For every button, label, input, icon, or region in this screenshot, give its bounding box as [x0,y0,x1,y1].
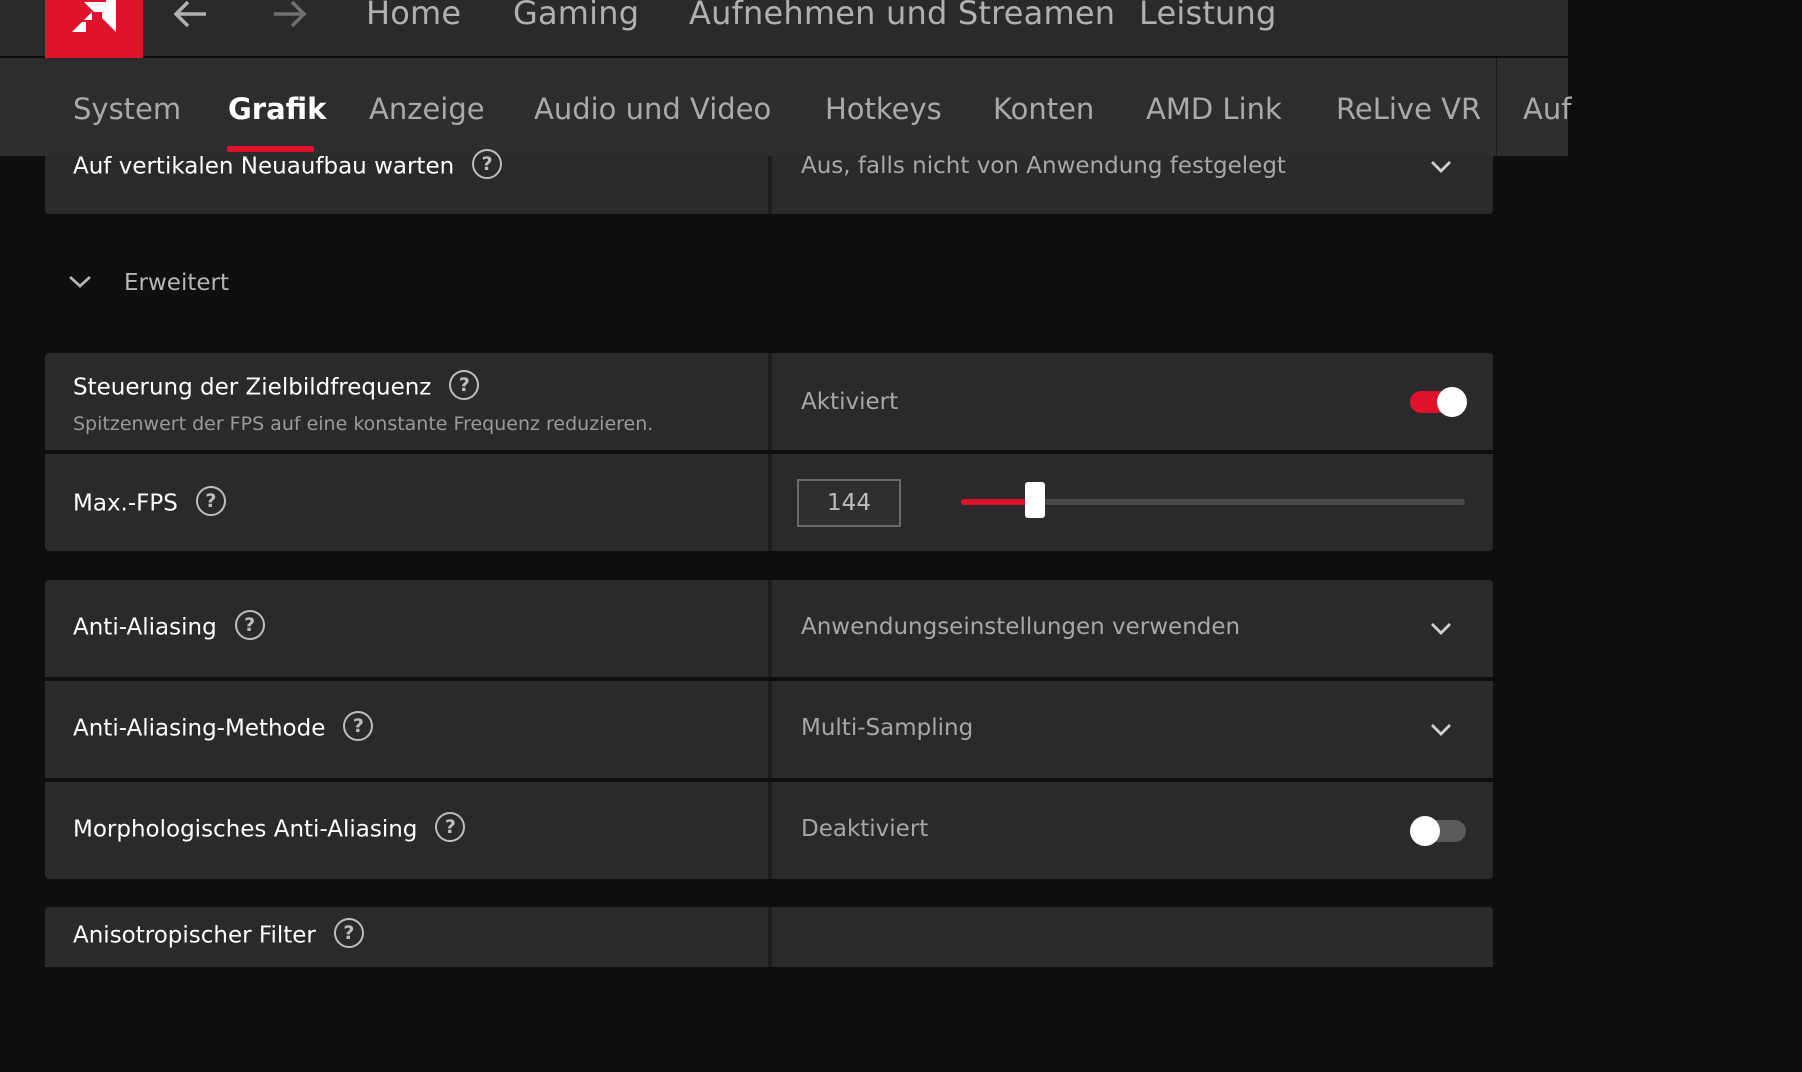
slider-thumb[interactable] [1025,482,1046,518]
mlaa-toggle[interactable] [1410,816,1466,846]
setting-label-text: Morphologisches Anti-Aliasing [73,816,418,843]
setting-row-frtc: Steuerung der Zielbildfrequenz? Spitzenw… [45,353,1493,450]
setting-label-text: Max.-FPS [73,490,178,517]
setting-row-max-fps: Max.-FPS? 144 [45,454,1493,551]
setting-label: Auf vertikalen Neuaufbau warten? [73,149,503,182]
tab-relive-vr[interactable]: ReLive VR [1336,92,1481,126]
setting-label: Morphologisches Anti-Aliasing? [73,812,466,845]
setting-label-text: Auf vertikalen Neuaufbau warten [73,153,455,180]
amd-logo[interactable] [45,0,143,58]
tab-divider [1496,58,1497,156]
tab-anzeige[interactable]: Anzeige [369,92,485,126]
tab-aufnehmen-partial[interactable]: Auf [1523,92,1571,126]
tab-system[interactable]: System [73,92,181,126]
setting-value[interactable]: Anwendungseinstellungen verwenden [801,614,1240,640]
setting-row-anti-aliasing: Anti-Aliasing? Anwendungseinstellungen v… [45,580,1493,677]
row-separator [768,156,772,214]
setting-row-anisotropic-partial: Anisotropischer Filter? [45,907,1493,967]
nav-link-leistung[interactable]: Leistung [1139,0,1277,32]
slider-fill [961,499,1036,505]
max-fps-input[interactable]: 144 [797,479,901,527]
setting-value[interactable]: Aus, falls nicht von Anwendung festgeleg… [801,153,1286,179]
setting-label: Anti-Aliasing-Methode? [73,711,374,744]
settings-tab-bar: System Grafik Anzeige Audio und Video Ho… [0,58,1571,156]
setting-label: Anti-Aliasing? [73,610,265,643]
row-separator [768,782,772,879]
arrow-right-icon[interactable] [272,0,308,30]
frtc-toggle[interactable] [1410,387,1467,417]
setting-label-text: Steuerung der Zielbildfrequenz [73,374,432,401]
nav-link-home[interactable]: Home [366,0,461,32]
help-icon[interactable]: ? [472,149,503,179]
top-navigation-bar: Home Gaming Aufnehmen und Streamen Leist… [0,0,1568,58]
row-separator [768,907,772,967]
help-icon[interactable]: ? [343,711,374,741]
toggle-knob [1437,387,1467,417]
setting-label: Anisotropischer Filter? [73,918,364,951]
tab-hotkeys[interactable]: Hotkeys [825,92,942,126]
setting-label: Max.-FPS? [73,486,226,519]
toggle-knob [1410,816,1440,846]
row-separator [768,681,772,778]
row-separator [768,353,772,450]
setting-row-aa-method: Anti-Aliasing-Methode? Multi-Sampling [45,681,1493,778]
help-icon[interactable]: ? [195,486,226,516]
arrow-left-icon[interactable] [172,0,208,30]
chevron-down-icon [69,275,91,288]
row-separator [768,454,772,551]
setting-value: Aktiviert [801,389,899,415]
chevron-down-icon[interactable] [1430,160,1452,174]
tab-amd-link[interactable]: AMD Link [1146,92,1282,126]
help-icon[interactable]: ? [435,812,466,842]
setting-description: Spitzenwert der FPS auf eine konstante F… [73,413,654,435]
tab-konten[interactable]: Konten [993,92,1094,126]
tab-grafik[interactable]: Grafik [228,92,326,126]
help-icon[interactable]: ? [449,370,480,400]
tab-audio-und-video[interactable]: Audio und Video [534,92,771,126]
amd-logo-icon [72,0,116,32]
row-separator [768,580,772,677]
chevron-down-icon[interactable] [1430,622,1452,636]
setting-label-text: Anti-Aliasing-Methode [73,715,326,742]
setting-value: Deaktiviert [801,816,929,842]
nav-link-gaming[interactable]: Gaming [513,0,639,32]
section-title: Erweitert [124,270,229,296]
setting-row-vsync: Auf vertikalen Neuaufbau warten? Aus, fa… [45,149,1493,214]
setting-row-mlaa: Morphologisches Anti-Aliasing? Deaktivie… [45,782,1493,879]
help-icon[interactable]: ? [234,610,265,640]
setting-label-text: Anisotropischer Filter [73,922,316,949]
help-icon[interactable]: ? [333,918,364,948]
setting-value[interactable]: Multi-Sampling [801,715,973,741]
nav-link-aufnehmen[interactable]: Aufnehmen und Streamen [689,0,1115,32]
setting-label-text: Anti-Aliasing [73,614,217,641]
max-fps-slider[interactable] [961,482,1465,518]
chevron-down-icon[interactable] [1430,723,1452,737]
setting-label: Steuerung der Zielbildfrequenz? [73,370,480,403]
